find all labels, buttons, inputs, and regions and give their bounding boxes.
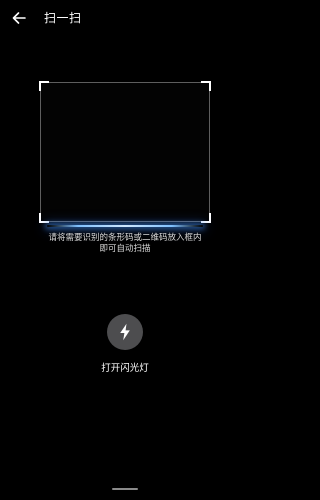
frame-corner-bottom-right — [201, 213, 211, 223]
scan-line — [47, 225, 203, 227]
scan-hint: 请将需要识别的条形码或二维码放入框内 即可自动扫描 — [20, 233, 230, 255]
lightning-bolt-icon — [120, 323, 130, 341]
scan-hint-line-1: 请将需要识别的条形码或二维码放入框内 — [48, 233, 202, 243]
flashlight-button[interactable] — [107, 314, 143, 350]
arrow-left-icon — [12, 12, 26, 24]
scanner-screen: 扫一扫 请将需要识别的条形码或二维码放入框内 即可自动扫描 打开闪光灯 — [0, 0, 250, 500]
frame-corner-top-right — [201, 81, 211, 91]
gesture-navigation-bar[interactable] — [112, 488, 138, 490]
frame-corner-bottom-left — [39, 213, 49, 223]
top-bar: 扫一扫 — [0, 0, 250, 38]
scan-frame — [39, 81, 211, 227]
scan-hint-line-2: 即可自动扫描 — [99, 244, 151, 254]
frame-corner-top-left — [39, 81, 49, 91]
flashlight-label: 打开闪光灯 — [101, 363, 149, 374]
page-title: 扫一扫 — [44, 11, 82, 25]
back-button[interactable] — [6, 6, 32, 30]
